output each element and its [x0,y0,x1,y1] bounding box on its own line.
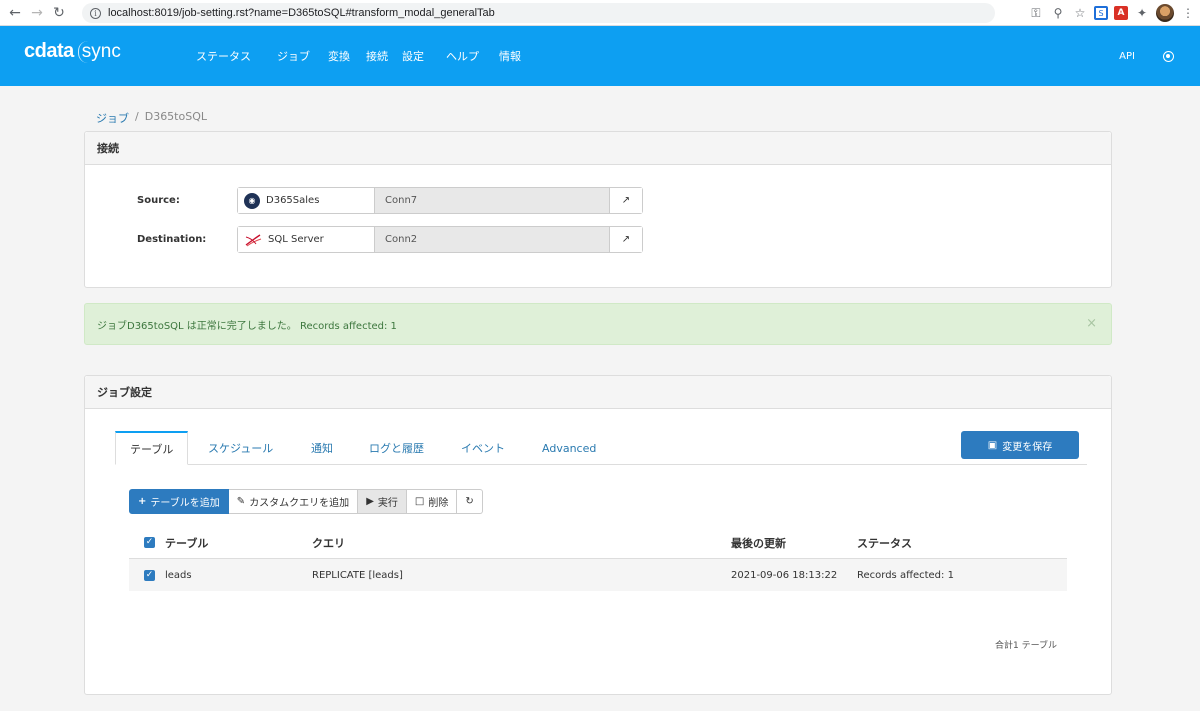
nav-info[interactable]: 情報 [499,48,533,64]
column-header-status: ステータス [857,536,912,550]
nav-status[interactable]: ステータス [196,48,263,64]
success-alert: ジョブD365toSQL は正常に完了しました。 Records affecte… [84,303,1112,345]
plus-icon: + [138,496,147,507]
job-tabs: テーブル スケジュール 通知 ログと履歴 イベント Advanced [115,431,1087,465]
row-last-updated: 2021-09-06 18:13:22 [731,569,838,581]
source-label: Source: [137,195,180,206]
tables-table: ✓ テーブル クエリ 最後の更新 ステータス ✓ leads REPLICATE… [129,527,1067,591]
table-header-row: ✓ テーブル クエリ 最後の更新 ステータス [129,527,1067,559]
trash-icon: □ [414,496,425,507]
nav-connections[interactable]: 接続 [366,48,400,64]
close-icon[interactable]: × [1086,316,1097,331]
kebab-menu-icon[interactable]: ⋮ [1180,5,1196,21]
external-link-icon: ↗ [621,234,631,245]
back-arrow-icon[interactable]: ← [4,2,26,24]
add-table-label: テーブルを追加 [150,498,220,509]
select-all-checkbox[interactable]: ✓ [144,537,155,548]
destination-type-label: SQL Server [268,234,324,245]
connection-panel-title: 接続 [85,132,1111,165]
nav-jobs[interactable]: ジョブ [277,48,322,64]
user-account-icon[interactable] [1163,50,1174,62]
add-custom-query-label: カスタムクエリを追加 [249,498,350,509]
add-table-button[interactable]: + テーブルを追加 [129,489,229,514]
destination-type[interactable]: SQL Server [238,227,375,252]
source-type[interactable]: ◉ D365Sales [238,188,375,213]
alert-message: ジョブD365toSQL は正常に完了しました。 Records affecte… [97,320,397,332]
row-query: REPLICATE [leads] [312,569,403,581]
tab-logs-history[interactable]: ログと履歴 [369,431,424,465]
nav-transform[interactable]: 変換 [328,48,362,64]
destination-label: Destination: [137,234,207,245]
connection-panel: 接続 Source: ◉ D365Sales Conn7 ↗ Destinati… [84,131,1112,288]
delete-button[interactable]: □ 削除 [406,489,458,514]
job-settings-panel: ジョブ設定 テーブル スケジュール 通知 ログと履歴 イベント Advanced… [84,375,1112,695]
save-changes-label: 変更を保存 [1002,441,1053,453]
info-icon[interactable]: i [90,7,101,19]
edit-icon: ✎ [236,496,246,507]
nav-help[interactable]: ヘルプ [446,48,491,64]
tab-advanced[interactable]: Advanced [542,431,596,465]
run-button[interactable]: ▶ 実行 [358,489,407,514]
extension-screenshot-icon[interactable]: S [1094,6,1108,20]
destination-open-external-button[interactable]: ↗ [610,227,642,252]
play-icon: ▶ [366,496,374,507]
source-connection-group: ◉ D365Sales Conn7 ↗ [237,187,643,214]
url-text[interactable]: localhost:8019/job-setting.rst?name=D365… [108,7,495,19]
puzzle-extensions-icon[interactable]: ✦ [1134,5,1150,21]
tab-schedule[interactable]: スケジュール [208,431,273,465]
logo-main-text: cdata [24,40,74,62]
browser-action-icons: ⚿ ⚲ ☆ S A ✦ ⋮ [1028,3,1196,23]
source-open-external-button[interactable]: ↗ [610,188,642,213]
forward-arrow-icon[interactable]: → [26,2,48,24]
column-header-table: テーブル [165,536,209,550]
cdata-sync-logo[interactable]: cdata sync [24,40,121,63]
star-icon[interactable]: ☆ [1072,5,1088,21]
breadcrumb-jobs-link[interactable]: ジョブ [96,110,129,126]
row-checkbox[interactable]: ✓ [144,569,155,581]
logo-sub-text: sync [77,41,121,63]
external-link-icon: ↗ [621,195,631,206]
row-table-name: leads [165,569,192,581]
table-row[interactable]: ✓ leads REPLICATE [leads] 2021-09-06 18:… [129,559,1067,591]
row-status: Records affected: 1 [857,569,954,581]
zoom-icon[interactable]: ⚲ [1050,5,1066,21]
profile-avatar[interactable] [1156,4,1174,22]
header-right: API [1119,26,1174,86]
table-toolbar: + テーブルを追加 ✎ カスタムクエリを追加 ▶ 実行 □ 削除 ↻ [129,489,483,514]
table-count: 合計1 テーブル [995,641,1058,651]
add-custom-query-button[interactable]: ✎ カスタムクエリを追加 [228,489,359,514]
destination-connection-name: Conn2 [375,227,610,252]
dynamics365-icon: ◉ [244,192,260,209]
refresh-icon: ↻ [465,496,474,507]
delete-label: 削除 [428,498,449,509]
main-nav: ステータス ジョブ 変換 接続 設定 ヘルプ 情報 [196,26,533,86]
tab-events[interactable]: イベント [461,431,505,465]
api-link[interactable]: API [1119,51,1135,62]
browser-toolbar: ← → ↻ i localhost:8019/job-setting.rst?n… [0,0,1200,26]
job-settings-title: ジョブ設定 [85,376,1111,409]
breadcrumb-separator: / [135,110,139,123]
sql-server-icon [245,233,262,246]
address-bar[interactable]: i localhost:8019/job-setting.rst?name=D3… [82,3,995,23]
source-type-label: D365Sales [266,195,320,206]
run-label: 実行 [377,498,398,509]
breadcrumb-current: D365toSQL [144,110,207,123]
tab-tables[interactable]: テーブル [115,431,189,465]
nav-settings[interactable]: 設定 [402,48,436,64]
extension-pdf-icon[interactable]: A [1114,6,1128,20]
save-changes-button[interactable]: ▣ 変更を保存 [961,431,1079,459]
breadcrumb: ジョブ / D365toSQL [96,110,207,126]
floppy-disk-icon: ▣ [987,439,998,451]
reload-icon[interactable]: ↻ [48,2,70,24]
source-connection-name: Conn7 [375,188,610,213]
app-header: cdata sync ステータス ジョブ 変換 接続 設定 ヘルプ 情報 API [0,26,1200,86]
tab-notifications[interactable]: 通知 [311,431,333,465]
destination-connection-group: SQL Server Conn2 ↗ [237,226,643,253]
column-header-query: クエリ [312,536,345,550]
column-header-last-updated: 最後の更新 [731,536,786,550]
refresh-button[interactable]: ↻ [457,489,483,514]
key-icon[interactable]: ⚿ [1028,5,1044,21]
